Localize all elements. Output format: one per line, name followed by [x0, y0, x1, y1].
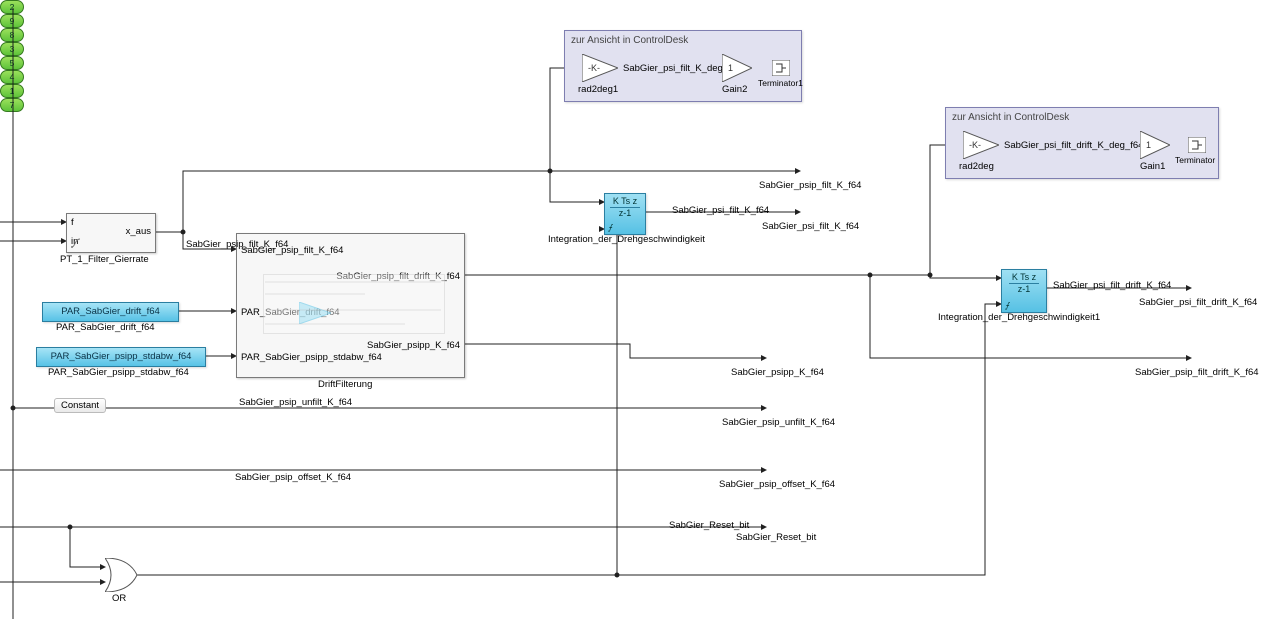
- block-pt1-filter[interactable]: f in x_aus: [66, 213, 156, 253]
- outport-8-label: SabGier_psipp_K_f64: [731, 367, 824, 378]
- label-terminator: Terminator: [1175, 155, 1215, 165]
- const-drift[interactable]: PAR_SabGier_drift_f64: [42, 302, 179, 322]
- outport-1-label: SabGier_psi_filt_drift_K_f64: [1139, 297, 1257, 308]
- signal-psip-unfilt-left: SabGier_psip_unfilt_K_f64: [239, 397, 352, 408]
- label-rad2deg: rad2deg: [959, 161, 994, 172]
- outport-2[interactable]: 2: [0, 0, 24, 14]
- gain-gain1[interactable]: 1: [1140, 131, 1170, 159]
- block-integrator-1[interactable]: K Ts z z-1 ⨍: [604, 193, 646, 235]
- label-pt1: PT_1_Filter_Gierrate: [60, 254, 149, 265]
- signal-psi-filt: SabGier_psi_filt_K_f64: [672, 205, 769, 216]
- signal-psip-offset-left: SabGier_psip_offset_K_f64: [235, 472, 351, 483]
- outport-5-label: SabGier_psip_offset_K_f64: [719, 479, 835, 490]
- outport-1[interactable]: 1: [0, 84, 24, 98]
- block-integrator-2[interactable]: K Ts z z-1 ⨍: [1001, 269, 1047, 313]
- label-gain2: Gain2: [722, 84, 747, 95]
- const-stdabw[interactable]: PAR_SabGier_psipp_stdabw_f64: [36, 347, 206, 367]
- label-const-stdabw: PAR_SabGier_psipp_stdabw_f64: [48, 367, 189, 378]
- outport-4[interactable]: 4: [0, 70, 24, 84]
- outport-7-label: SabGier_psip_filt_drift_K_f64: [1135, 367, 1259, 378]
- signal-psip-filt-1: SabGier_psip_filt_K_f64: [186, 239, 288, 250]
- label-terminator1: Terminator1: [758, 78, 803, 88]
- label-integ1: Integration_der_Drehgeschwindigkeit: [548, 234, 705, 245]
- integ1-bot: z-1: [619, 208, 632, 218]
- outport-8[interactable]: 8: [0, 28, 24, 42]
- svg-text:1: 1: [728, 63, 733, 73]
- outport-3-label: SabGier_psip_unfilt_K_f64: [722, 417, 835, 428]
- label-integ2: Integration_der_Drehgeschwindigkeit1: [938, 312, 1100, 323]
- label-rad2deg1: rad2deg1: [578, 84, 618, 95]
- group-title-1: zur Ansicht in ControlDesk: [571, 35, 688, 46]
- signal-reset-left: SabGier_Reset_bit: [669, 520, 749, 531]
- svg-text:1: 1: [1146, 140, 1151, 150]
- outport-9[interactable]: 9: [0, 14, 24, 28]
- block-driftfilterung[interactable]: SabGier_psip_filt_K_f64 PAR_SabGier_drif…: [236, 233, 465, 378]
- integ2-top: K Ts z: [1009, 272, 1039, 284]
- outport-3[interactable]: 3: [0, 42, 24, 56]
- label-const-drift: PAR_SabGier_drift_f64: [56, 322, 155, 333]
- terminator[interactable]: [1188, 137, 1206, 153]
- block-or-gate[interactable]: [105, 558, 137, 592]
- label-gain1: Gain1: [1140, 161, 1165, 172]
- outport-5[interactable]: 5: [0, 56, 24, 70]
- gain-rad2deg1[interactable]: -K-: [582, 54, 618, 82]
- gain-rad2deg[interactable]: -K-: [963, 131, 999, 159]
- outport-7[interactable]: 7: [0, 98, 24, 112]
- drift-out2: SabGier_psipp_K_f64: [367, 340, 460, 351]
- integ2-bot: z-1: [1018, 284, 1031, 294]
- drift-in3: PAR_SabGier_psipp_stdabw_f64: [241, 352, 382, 363]
- pt1-out: x_aus: [126, 226, 151, 237]
- signal-psi-filt-drift-deg: SabGier_psi_filt_drift_K_deg_f64: [1004, 140, 1143, 151]
- pt1-in-f: f: [71, 217, 74, 228]
- label-or: OR: [112, 593, 126, 604]
- integ1-top: K Ts z: [610, 196, 640, 208]
- terminator1[interactable]: [772, 60, 790, 76]
- svg-text:-K-: -K-: [588, 63, 600, 73]
- label-driftfilterung: DriftFilterung: [318, 379, 372, 390]
- outport-2-label: SabGier_psip_filt_K_f64: [759, 180, 861, 191]
- signal-psi-filt-drift: SabGier_psi_filt_drift_K_f64: [1053, 280, 1171, 291]
- gain-gain2[interactable]: 1: [722, 54, 752, 82]
- outport-9-label: SabGier_psi_filt_K_f64: [762, 221, 859, 232]
- svg-text:-K-: -K-: [969, 140, 981, 150]
- outport-4-label: SabGier_Reset_bit: [736, 532, 816, 543]
- note-constant: Constant: [54, 398, 106, 413]
- group-title-2: zur Ansicht in ControlDesk: [952, 112, 1069, 123]
